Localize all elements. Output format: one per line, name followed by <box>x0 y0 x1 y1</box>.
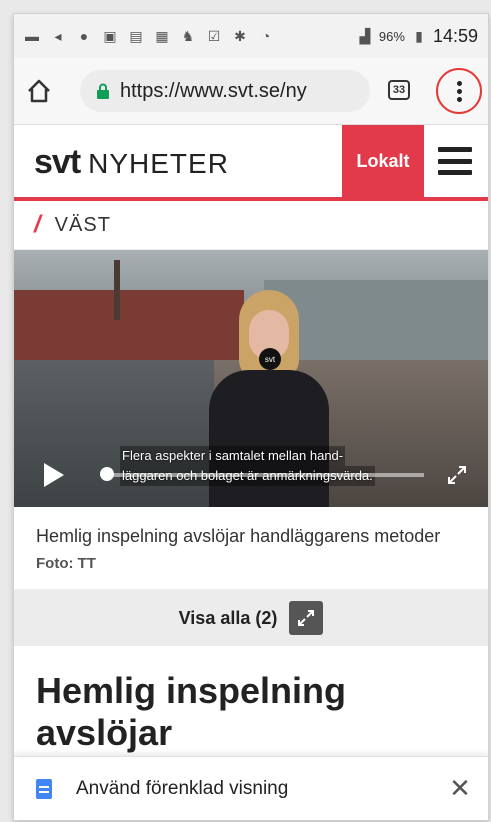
close-icon[interactable]: ✕ <box>440 769 480 809</box>
fullscreen-icon[interactable] <box>446 464 468 486</box>
show-all-bar[interactable]: Visa alla (2) <box>14 590 488 646</box>
messenger-icon: ● <box>79 28 89 44</box>
expand-icon[interactable] <box>289 601 324 635</box>
gallery-icon: ▦ <box>155 27 169 44</box>
document-icon <box>36 778 52 799</box>
region-breadcrumb[interactable]: / VÄST <box>14 201 488 250</box>
region-label: VÄST <box>54 213 111 236</box>
message-icon: ▬ <box>25 28 39 44</box>
image-caption: Hemlig inspelning avslöjar handläggarens… <box>14 507 488 590</box>
status-right: ▟ 96% ▮ 14:59 <box>357 26 478 47</box>
volume-icon: ◂ <box>54 27 62 44</box>
article-headline: Hemlig inspelning avslöjar <box>36 670 347 753</box>
slash-icon: / <box>34 211 41 238</box>
site-header: svt NYHETER Lokalt <box>14 125 488 201</box>
address-bar[interactable]: https://www.svt.se/ny <box>80 70 370 112</box>
evernote-icon: ♞ <box>181 27 195 44</box>
dollar-icon: ▤ <box>129 27 143 44</box>
menu-dot-icon <box>456 96 462 102</box>
show-all-label: Visa alla (2) <box>178 607 278 628</box>
video-crane <box>114 260 120 320</box>
url-text: https://www.svt.se/ny <box>120 79 307 102</box>
notification-icons: ▬ ◂ ● ▣ ▤ ▦ ♞ ☑ ✱ ◔ <box>24 27 357 45</box>
simplified-view-banner[interactable]: Använd förenklad visning ✕ <box>14 756 488 820</box>
phone-screen: ▬ ◂ ● ▣ ▤ ▦ ♞ ☑ ✱ ◔ ▟ 96% ▮ 14:59 https:… <box>14 14 488 820</box>
hamburger-menu-icon[interactable] <box>438 147 472 175</box>
battery-icon: ▮ <box>415 27 423 44</box>
simplified-view-label[interactable]: Använd förenklad visning <box>76 778 440 800</box>
clock: 14:59 <box>432 25 478 46</box>
caption-text: Hemlig inspelning avslöjar handläggarens… <box>36 526 441 546</box>
play-icon[interactable] <box>44 463 64 487</box>
menu-dot-icon <box>456 80 462 86</box>
subtitle-line: Flera aspekter i samtalet mellan hand- <box>120 446 346 466</box>
lokalt-button[interactable]: Lokalt <box>342 125 424 197</box>
microphone-icon: svt <box>259 348 281 370</box>
video-subtitle: Flera aspekter i samtalet mellan hand- l… <box>120 446 420 486</box>
wifi-icon: ◔ <box>261 28 271 44</box>
video-player[interactable]: svt Flera aspekter i samtalet mellan han… <box>14 250 488 507</box>
tab-switcher-button[interactable]: 33 <box>388 80 410 100</box>
checkbox-icon: ☑ <box>207 27 221 44</box>
menu-dot-icon <box>456 88 462 94</box>
image-icon: ▣ <box>103 27 117 44</box>
bluetooth-icon: ✱ <box>234 27 246 44</box>
signal-icon: ▟ <box>359 27 371 44</box>
home-icon <box>28 79 50 103</box>
progress-knob[interactable] <box>100 467 114 481</box>
battery-percentage: 96% <box>378 28 405 44</box>
overflow-menu-button[interactable] <box>436 68 482 114</box>
photo-credit: Foto: TT <box>36 555 96 572</box>
video-progress-bar[interactable] <box>104 473 424 477</box>
home-button[interactable] <box>24 76 54 106</box>
status-bar: ▬ ◂ ● ▣ ▤ ▦ ♞ ☑ ✱ ◔ ▟ 96% ▮ 14:59 <box>14 14 488 58</box>
logo-brand: svt <box>34 143 81 181</box>
screenshot-frame: ▬ ◂ ● ▣ ▤ ▦ ♞ ☑ ✱ ◔ ▟ 96% ▮ 14:59 https:… <box>0 0 491 822</box>
logo-section: NYHETER <box>88 148 229 179</box>
browser-toolbar: https://www.svt.se/ny 33 <box>14 58 488 125</box>
svt-nyheter-logo[interactable]: svt NYHETER <box>34 143 229 182</box>
lock-icon <box>97 83 109 99</box>
